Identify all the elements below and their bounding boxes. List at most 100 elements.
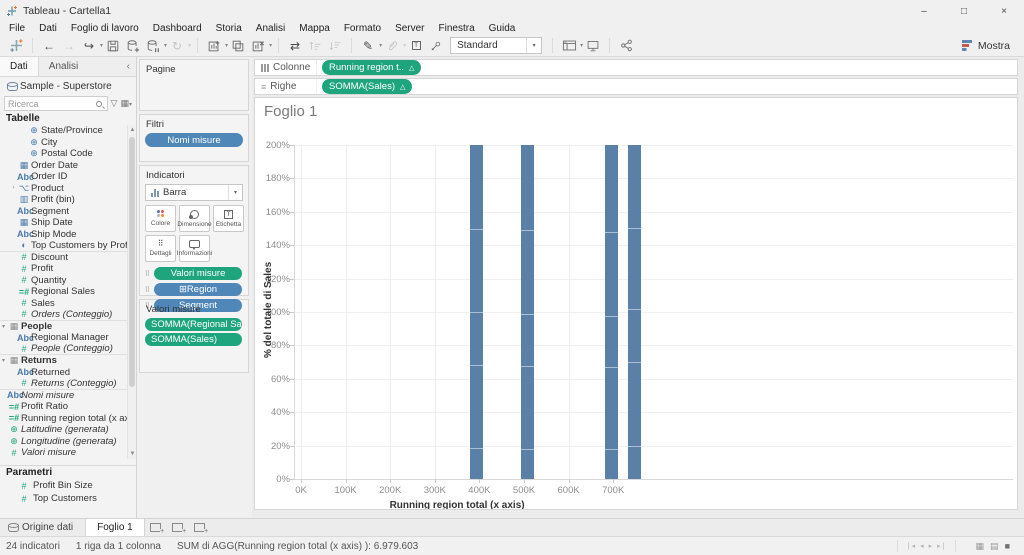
field-row[interactable]: ⊕City [0,137,136,149]
field-row[interactable]: ▦Ship Date [0,217,136,229]
menu-analisi[interactable]: Analisi [249,22,292,35]
field-row[interactable]: #People (Conteggio) [0,344,136,356]
last-record-icon[interactable]: ▸❘ [937,542,946,550]
mark-type-caret-icon[interactable]: ▾ [228,185,242,200]
new-story-button[interactable] [189,519,211,536]
field-row[interactable]: =#Regional Sales [0,286,136,298]
forward-button[interactable]: → [61,37,77,55]
field-row[interactable]: AbcShip Mode [0,229,136,241]
show-mark-labels-icon[interactable]: T [408,37,424,55]
pages-card[interactable]: Pagine [139,59,249,111]
menu-foglio-di-lavoro[interactable]: Foglio di lavoro [64,22,146,35]
scroll-down-icon[interactable]: ▼ [128,449,136,459]
field-row[interactable]: #Quantity [0,275,136,287]
highlight-icon[interactable]: ✎ [360,37,376,55]
fit-selector-caret-icon[interactable]: ▾ [526,38,541,53]
new-dashboard-button[interactable] [167,519,189,536]
field-row[interactable]: AbcRegional Manager [0,332,136,344]
data-source-tab[interactable]: Origine dati [0,519,85,536]
tooltip-button[interactable]: Informazioni [179,235,210,262]
expander-icon[interactable]: ▾ [0,323,7,330]
cards-caret-icon[interactable]: ▾ [580,42,583,49]
field-row[interactable]: #Orders (Conteggio) [0,309,136,321]
measure-value-pill[interactable]: SOMMA(Sales) [145,333,242,346]
size-button[interactable]: Dimensione [179,205,210,232]
show-me-button[interactable]: Mostra [962,40,1010,52]
tableau-logo-button[interactable] [8,37,24,55]
field-row[interactable]: #Profit [0,263,136,275]
marks-card[interactable]: Indicatori Barra ▾ Colore Dimensione [139,165,249,296]
filters-card[interactable]: Filtri Nomi misure [139,114,249,162]
first-record-icon[interactable]: ❘◂ [906,542,915,550]
field-row[interactable]: #Top Customers [0,492,136,505]
field-row[interactable]: #Returns (Conteggio) [0,378,136,390]
bar[interactable] [628,145,641,479]
redo-caret-icon[interactable]: ▾ [100,42,103,49]
sheet-tab-foglio-1[interactable]: Foglio 1 [85,519,145,536]
menu-file[interactable]: File [2,22,32,35]
fix-axes-icon[interactable] [428,37,444,55]
pause-updates-icon[interactable] [145,37,161,55]
back-button[interactable]: ← [41,37,57,55]
field-row[interactable]: ▾▦People [0,321,136,333]
grid-view-icon[interactable]: ▦ [976,541,985,552]
presentation-mode-icon[interactable] [585,37,601,55]
filter-fields-icon[interactable]: ▽ [111,98,118,109]
datasource-row[interactable]: Sample - Superstore [0,77,136,95]
field-row[interactable]: ›⌥Product [0,183,136,195]
clear-sheet-caret-icon[interactable]: ▾ [269,42,272,49]
show-hide-cards-icon[interactable] [561,37,577,55]
field-row[interactable]: ▾▦Returns [0,355,136,367]
menu-storia[interactable]: Storia [209,22,249,35]
field-row[interactable]: ▥Profit (bin) [0,194,136,206]
menu-dati[interactable]: Dati [32,22,64,35]
duplicate-icon[interactable] [230,37,246,55]
filmstrip-view-icon[interactable]: ▤ [990,541,999,552]
field-row[interactable]: ⊕Latitudine (generata) [0,424,136,436]
field-row[interactable]: #Sales [0,298,136,310]
columns-pill[interactable]: Running region t.. △ [322,60,421,75]
full-view-icon[interactable]: ■ [1005,541,1010,551]
measure-value-pill[interactable]: SOMMA(Regional Sal.. [145,318,242,331]
rows-pill[interactable]: SOMMA(Sales) △ [322,79,412,94]
expander-icon[interactable]: › [10,185,17,191]
bar[interactable] [605,145,618,479]
label-button[interactable]: T Etichetta [213,205,244,232]
field-row[interactable]: ⊕Longitudine (generata) [0,436,136,448]
field-row[interactable]: =#Running region total (x axis) [0,413,136,425]
menu-formato[interactable]: Formato [337,22,388,35]
field-row[interactable]: AbcOrder ID [0,171,136,183]
scroll-up-icon[interactable]: ▲ [128,125,136,135]
new-worksheet-button[interactable] [145,519,167,536]
next-record-icon[interactable]: ▸ [929,542,933,550]
field-row[interactable]: =#Profit Ratio [0,401,136,413]
field-row[interactable]: #Valori misure [0,447,136,459]
field-row[interactable]: ▦Order Date [0,160,136,172]
minimize-button[interactable]: – [904,0,944,22]
field-row[interactable]: AbcNomi misure [0,390,136,402]
field-row[interactable]: #Discount [0,252,136,264]
swap-axes-icon[interactable]: ⇄ [287,37,303,55]
menu-guida[interactable]: Guida [482,22,523,35]
share-icon[interactable] [618,37,634,55]
search-input[interactable]: Ricerca [4,96,108,111]
clear-sheet-icon[interactable] [250,37,266,55]
mark-type-selector[interactable]: Barra ▾ [145,184,243,201]
mark-pill-region[interactable]: ⊞ Region [154,283,242,296]
close-button[interactable]: × [984,0,1024,22]
view-options-icon[interactable]: ▦▾ [120,98,132,109]
worksheet-canvas[interactable]: Foglio 1 0%20%40%60%80%100%120%140%160%1… [254,97,1018,510]
refresh-icon[interactable]: ↻ [169,37,185,55]
menu-mappa[interactable]: Mappa [292,22,337,35]
save-icon[interactable] [105,37,121,55]
pause-caret-icon[interactable]: ▾ [164,42,167,49]
field-row[interactable]: AbcReturned [0,367,136,379]
rows-shelf[interactable]: ≡ Righe SOMMA(Sales) △ [254,78,1018,95]
scrollbar-thumb[interactable] [129,137,135,387]
field-row[interactable]: ⊕State/Province [0,125,136,137]
field-row[interactable]: ◐Top Customers by Profit [0,240,136,252]
field-row[interactable]: ⊕Postal Code [0,148,136,160]
new-worksheet-caret-icon[interactable]: ▾ [225,42,228,49]
bar[interactable] [470,145,483,479]
menu-finestra[interactable]: Finestra [432,22,482,35]
